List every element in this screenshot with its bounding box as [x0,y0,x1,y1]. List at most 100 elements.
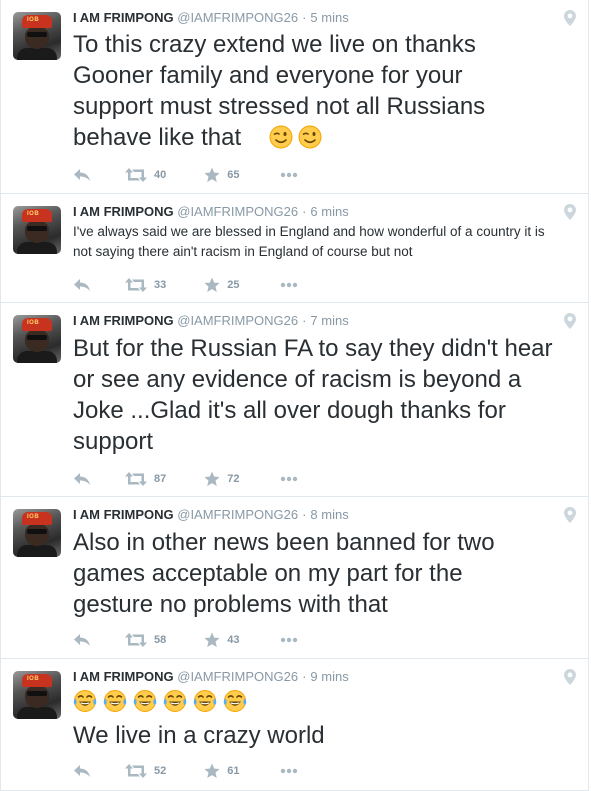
author-handle[interactable]: @IAMFRIMPONG26 [177,669,298,684]
favorite-button[interactable]: 25 [204,277,240,293]
tweet-header: I AM FRIMPONG @IAMFRIMPONG26 · 6 mins [73,204,349,219]
more-icon [280,282,298,288]
tears-of-joy-face-icon [223,689,247,713]
tweet[interactable]: IOB I AM FRIMPONG @IAMFRIMPONG26 · 6 mins … [0,194,589,303]
location-pin-icon[interactable] [564,669,576,685]
retweet-count: 87 [154,473,167,485]
star-icon [204,167,220,183]
favorite-count: 25 [227,279,240,291]
favorite-button[interactable]: 61 [204,763,240,779]
favorite-count: 61 [227,765,240,777]
favorite-button[interactable]: 72 [204,471,240,487]
avatar[interactable]: IOB [13,206,61,254]
more-button[interactable] [280,282,298,288]
timestamp[interactable]: 7 mins [310,313,348,328]
separator-dot: · [302,507,307,522]
avatar[interactable]: IOB [13,509,61,557]
tweet[interactable]: IOB I AM FRIMPONG @IAMFRIMPONG26 · 7 mins … [0,303,589,497]
more-button[interactable] [280,172,298,178]
reply-icon [73,764,91,778]
author-name[interactable]: I AM FRIMPONG [73,10,174,25]
author-handle[interactable]: @IAMFRIMPONG26 [177,507,298,522]
separator-dot: · [302,10,307,25]
author-name[interactable]: I AM FRIMPONG [73,507,174,522]
reply-icon [73,278,91,292]
avatar[interactable]: IOB [13,315,61,363]
more-button[interactable] [280,637,298,643]
reply-button[interactable] [73,168,91,182]
timestamp[interactable]: 6 mins [310,204,348,219]
more-button[interactable] [280,768,298,774]
location-pin-icon[interactable] [564,313,576,329]
retweet-count: 33 [154,279,167,291]
more-icon [280,172,298,178]
author-name[interactable]: I AM FRIMPONG [73,204,174,219]
timestamp[interactable]: 8 mins [310,507,348,522]
retweet-count: 58 [154,634,167,646]
tweet-actions: 58 43 [73,632,298,648]
reply-button[interactable] [73,764,91,778]
author-name[interactable]: I AM FRIMPONG [73,669,174,684]
avatar[interactable]: IOB [13,12,61,60]
tweet-text: We live in a crazy world [73,722,325,749]
retweet-button[interactable]: 52 [125,764,166,778]
tears-of-joy-face-icon [73,689,97,713]
timestamp[interactable]: 9 mins [310,669,348,684]
emoji-group [73,689,247,713]
tweet-text: I've always said we are blessed in Engla… [73,224,545,259]
author-handle[interactable]: @IAMFRIMPONG26 [177,10,298,25]
tweet[interactable]: IOB I AM FRIMPONG @IAMFRIMPONG26 · 5 mins … [0,0,589,194]
star-icon [204,277,220,293]
location-pin-icon[interactable] [564,204,576,220]
author-handle[interactable]: @IAMFRIMPONG26 [177,313,298,328]
wink-face-icon [269,125,293,149]
tweet-actions: 87 72 [73,471,298,487]
reply-icon [73,472,91,486]
emoji-group [269,125,322,149]
favorite-count: 65 [227,169,240,181]
retweet-button[interactable]: 87 [125,472,166,486]
tweet[interactable]: IOB I AM FRIMPONG @IAMFRIMPONG26 · 9 mins … [0,659,589,791]
retweet-icon [125,278,147,292]
retweet-button[interactable]: 33 [125,278,166,292]
favorite-count: 72 [227,473,240,485]
more-button[interactable] [280,476,298,482]
separator-dot: · [302,669,307,684]
retweet-icon [125,764,147,778]
tweet-text: Also in other news been banned for two g… [73,529,495,618]
favorite-button[interactable]: 43 [204,632,240,648]
more-icon [280,476,298,482]
reply-button[interactable] [73,472,91,486]
tweet-header: I AM FRIMPONG @IAMFRIMPONG26 · 7 mins [73,313,349,328]
tears-of-joy-face-icon [103,689,127,713]
wink-face-icon [298,125,322,149]
tweet-text: But for the Russian FA to say they didn'… [73,335,553,455]
star-icon [204,632,220,648]
retweet-button[interactable]: 58 [125,633,166,647]
avatar[interactable]: IOB [13,671,61,719]
retweet-count: 40 [154,169,167,181]
timestamp[interactable]: 5 mins [310,10,348,25]
tears-of-joy-face-icon [193,689,217,713]
reply-icon [73,633,91,647]
reply-button[interactable] [73,633,91,647]
tweet-actions: 40 65 [73,167,298,183]
author-name[interactable]: I AM FRIMPONG [73,313,174,328]
tweet[interactable]: IOB I AM FRIMPONG @IAMFRIMPONG26 · 8 mins … [0,497,589,659]
favorite-button[interactable]: 65 [204,167,240,183]
location-pin-icon[interactable] [564,507,576,523]
retweet-button[interactable]: 40 [125,168,166,182]
star-icon [204,471,220,487]
star-icon [204,763,220,779]
separator-dot: · [302,204,307,219]
location-pin-icon[interactable] [564,10,576,26]
retweet-count: 52 [154,765,167,777]
tweet-header: I AM FRIMPONG @IAMFRIMPONG26 · 8 mins [73,507,349,522]
reply-icon [73,168,91,182]
retweet-icon [125,472,147,486]
author-handle[interactable]: @IAMFRIMPONG26 [177,204,298,219]
tweet-header: I AM FRIMPONG @IAMFRIMPONG26 · 5 mins [73,10,349,25]
favorite-count: 43 [227,634,240,646]
more-icon [280,637,298,643]
reply-button[interactable] [73,278,91,292]
